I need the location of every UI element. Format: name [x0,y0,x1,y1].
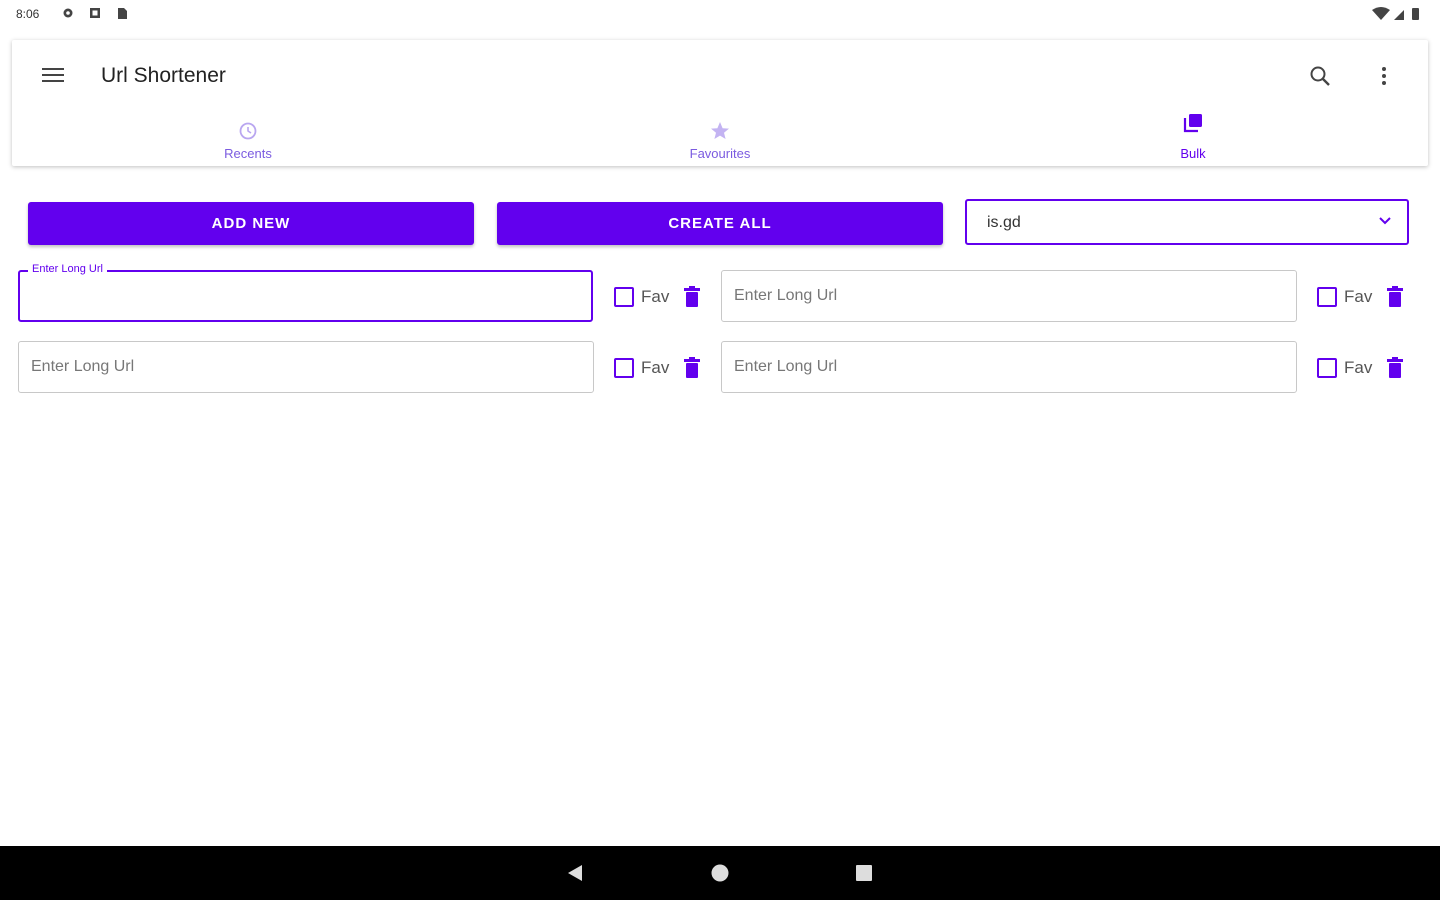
settings-icon [63,8,73,18]
delete-icon[interactable] [683,357,701,379]
long-url-field[interactable]: Enter Long Url [18,263,593,322]
add-new-button[interactable]: ADD NEW [28,202,474,245]
fav-checkbox[interactable] [1317,358,1337,378]
long-url-input[interactable] [722,342,1296,392]
long-url-field[interactable] [721,341,1297,393]
system-nav-bar [0,846,1440,900]
service-select-value: is.gd [987,214,1021,231]
app-bar: Url Shortener Recents Favourites Bulk [12,40,1428,166]
menu-icon[interactable] [38,60,68,90]
fav-label: Fav [1344,358,1373,377]
home-icon[interactable] [709,862,731,884]
delete-icon[interactable] [1386,286,1404,308]
tab-label: Favourites [689,146,751,161]
fav-checkbox[interactable] [614,358,634,378]
notification-icon [90,8,100,18]
fav-checkbox[interactable] [614,287,634,307]
fav-label: Fav [641,358,670,377]
long-url-field[interactable] [18,341,594,393]
fav-label: Fav [1344,287,1373,306]
long-url-input[interactable] [722,271,1296,321]
tab-label: Recents [224,146,272,161]
wifi-signal-battery-icon [1372,7,1419,20]
long-url-field[interactable] [721,270,1297,322]
create-all-button[interactable]: CREATE ALL [497,202,943,245]
tab-label: Bulk [1180,146,1206,161]
library-icon [1183,114,1202,133]
delete-icon[interactable] [683,286,701,308]
tab-bulk[interactable]: Bulk [1043,112,1343,161]
status-bar: 8:06 [0,0,1440,28]
sd-card-icon [118,8,127,19]
tab-recents[interactable]: Recents [98,120,398,164]
chevron-down-icon [1379,217,1391,225]
long-url-input[interactable] [20,272,591,320]
status-time: 8:06 [16,7,40,21]
star-icon [711,122,729,139]
search-icon[interactable] [1306,62,1334,90]
app-title: Url Shortener [101,64,226,87]
long-url-input[interactable] [19,342,593,392]
fav-label: Fav [641,287,670,306]
history-icon [239,122,257,140]
back-icon[interactable] [564,862,586,884]
service-select[interactable]: is.gd [965,199,1409,245]
recents-icon[interactable] [853,862,875,884]
delete-icon[interactable] [1386,357,1404,379]
status-right [1372,6,1426,27]
fav-checkbox[interactable] [1317,287,1337,307]
tab-favourites[interactable]: Favourites [570,120,870,164]
more-vert-icon[interactable] [1372,62,1396,90]
